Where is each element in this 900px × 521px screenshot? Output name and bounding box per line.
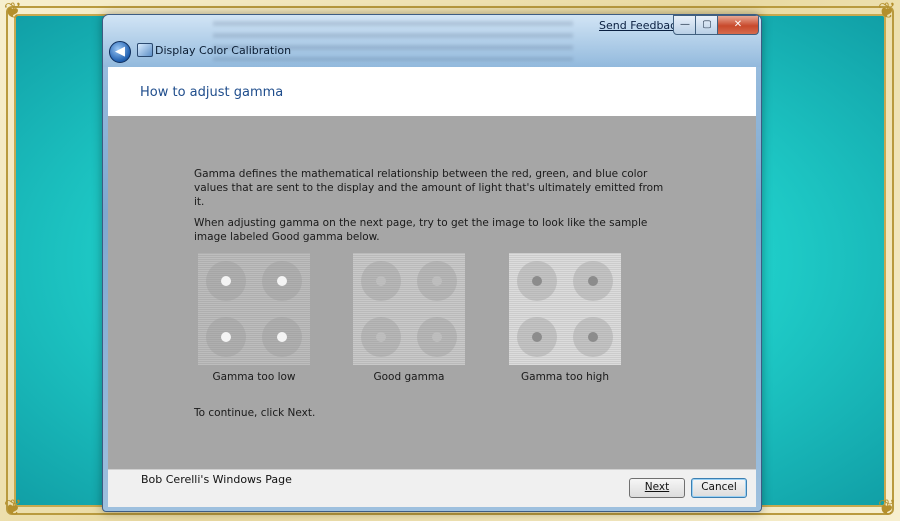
page-header: How to adjust gamma xyxy=(108,67,756,116)
sample-caption: Gamma too low xyxy=(212,371,296,383)
cancel-button[interactable]: Cancel xyxy=(691,478,747,498)
gamma-dot xyxy=(221,276,231,286)
display-icon xyxy=(137,43,153,57)
gamma-dot xyxy=(277,332,287,342)
gamma-dot xyxy=(588,276,598,286)
brand-text: Bob Cerelli's Windows Page xyxy=(141,473,292,486)
gamma-pattern xyxy=(353,253,465,365)
sample-caption: Good gamma xyxy=(373,371,445,383)
gamma-dot xyxy=(532,332,542,342)
next-button[interactable]: Next xyxy=(629,478,685,498)
sample-image-gamma-too-high xyxy=(509,253,621,365)
gamma-dot xyxy=(221,332,231,342)
gamma-dot xyxy=(376,276,386,286)
ornament-icon: ❦ xyxy=(877,0,897,24)
maximize-button[interactable]: ▢ xyxy=(695,15,719,35)
ornament-icon: ❦ xyxy=(877,496,897,521)
gamma-dot xyxy=(277,276,287,286)
minimize-button[interactable]: — xyxy=(673,15,697,35)
back-arrow-icon[interactable]: ◀ xyxy=(109,41,131,63)
window-title: Display Color Calibration xyxy=(155,44,292,57)
gamma-pattern xyxy=(198,253,310,365)
footer-bar: Bob Cerelli's Windows Page Next Cancel xyxy=(108,469,756,507)
gamma-dot xyxy=(588,332,598,342)
sample-caption: Gamma too high xyxy=(521,371,609,383)
send-feedback-link[interactable]: Send Feedback xyxy=(599,19,683,32)
page-title: How to adjust gamma xyxy=(140,85,284,100)
ornament-icon: ❦ xyxy=(3,0,23,24)
gamma-instruction-text: When adjusting gamma on the next page, t… xyxy=(194,217,648,243)
close-button[interactable]: ✕ xyxy=(717,15,759,35)
gamma-dot xyxy=(376,332,386,342)
title-bar: ◀ Display Color Calibration Send Feedbac… xyxy=(103,15,761,67)
content-area: Gamma defines the mathematical relations… xyxy=(108,116,756,469)
gamma-dot xyxy=(532,276,542,286)
continue-instruction-text: To continue, click Next. xyxy=(194,407,316,419)
gamma-dot xyxy=(432,332,442,342)
gamma-pattern xyxy=(509,253,621,365)
sample-image-good-gamma xyxy=(353,253,465,365)
next-button-label: Next xyxy=(644,481,670,493)
gamma-definition-text: Gamma defines the mathematical relations… xyxy=(194,168,664,208)
ornament-icon: ❦ xyxy=(3,496,23,521)
sample-image-gamma-too-low xyxy=(198,253,310,365)
calibration-window: ◀ Display Color Calibration Send Feedbac… xyxy=(102,14,762,512)
gamma-dot xyxy=(432,276,442,286)
